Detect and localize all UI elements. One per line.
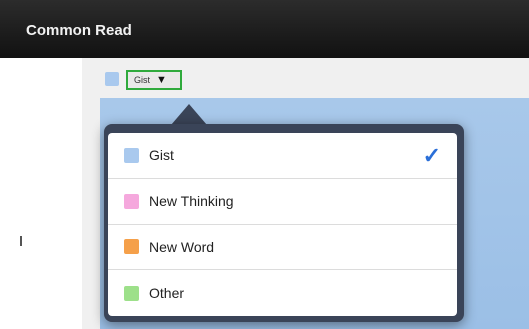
tag-color-swatch <box>105 72 119 86</box>
app-title: Common Read <box>26 22 132 39</box>
menu-item-other[interactable]: Other <box>108 270 457 316</box>
new-thinking-color-swatch <box>124 193 139 209</box>
menu-item-new-word[interactable]: New Word <box>108 225 457 271</box>
tag-menu-list: Gist ✓ New Thinking New Word Other <box>108 133 457 316</box>
popover-arrow <box>171 104 207 125</box>
tag-dropdown-value: Gist <box>134 75 151 85</box>
left-gutter <box>0 58 82 329</box>
title-bar: Common Read <box>0 0 529 58</box>
menu-item-gist[interactable]: Gist ✓ <box>108 133 457 179</box>
menu-item-label: Other <box>149 285 185 302</box>
gist-color-swatch <box>124 147 139 163</box>
menu-item-label: New Word <box>149 238 215 255</box>
menu-item-label: New Thinking <box>149 193 234 210</box>
checkmark-icon: ✓ <box>422 143 441 168</box>
menu-item-label: Gist <box>149 147 174 164</box>
gutter-mark <box>20 236 22 246</box>
dropdown-arrow-icon: ▼ <box>156 74 167 86</box>
menu-item-new-thinking[interactable]: New Thinking <box>108 179 457 225</box>
tag-dropdown[interactable]: Gist ▼ <box>126 70 182 90</box>
new-word-color-swatch <box>124 239 139 255</box>
other-color-swatch <box>124 285 139 301</box>
